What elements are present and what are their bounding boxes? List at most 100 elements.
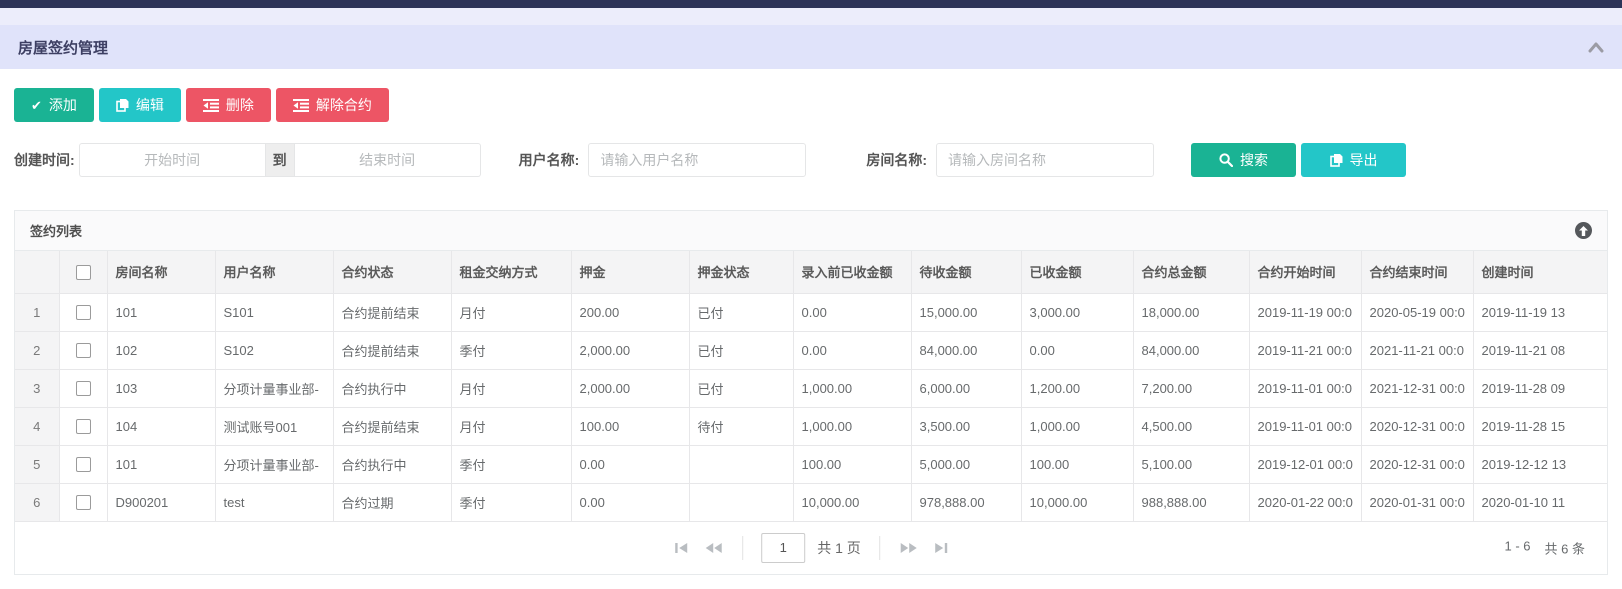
terminate-contract-button[interactable]: 解除合约 <box>276 88 389 122</box>
cell-rent-pay-method: 月付 <box>451 369 571 407</box>
search-button-label: 搜索 <box>1240 153 1268 167</box>
table-row[interactable]: 5101分项计量事业部-合约执行中季付0.00100.005,000.00100… <box>15 445 1607 483</box>
cell-received-amount: 0.00 <box>1021 331 1133 369</box>
total-pages-label: 共 1 页 <box>817 538 861 558</box>
table-row[interactable]: 2102S102合约提前结束季付2,000.00已付0.0084,000.000… <box>15 331 1607 369</box>
header-user-name: 用户名称 <box>215 251 333 293</box>
room-name-label: 房间名称: <box>866 150 927 170</box>
cell-room-name: 102 <box>107 331 215 369</box>
cell-contract-end-time: 2020-01-31 00:0 <box>1361 483 1473 521</box>
create-time-label: 创建时间: <box>14 150 75 170</box>
cell-contract-start-time: 2019-11-19 00:0 <box>1249 293 1361 331</box>
delete-button[interactable]: 删除 <box>186 88 271 122</box>
header-receivable-amount: 待收金额 <box>911 251 1021 293</box>
row-checkbox[interactable] <box>76 381 91 396</box>
cell-user-name: test <box>215 483 333 521</box>
row-number: 1 <box>15 293 59 331</box>
row-checkbox[interactable] <box>76 457 91 472</box>
copy-icon <box>116 98 129 112</box>
table-body: 1101S101合约提前结束月付200.00已付0.0015,000.003,0… <box>15 293 1607 521</box>
header-contract-end-time: 合约结束时间 <box>1361 251 1473 293</box>
cell-deposit-status: 已付 <box>689 369 793 407</box>
last-page-icon[interactable] <box>931 540 950 556</box>
row-checkbox[interactable] <box>76 305 91 320</box>
cell-room-name: 101 <box>107 293 215 331</box>
table-row[interactable]: 3103分项计量事业部-合约执行中月付2,000.00已付1,000.006,0… <box>15 369 1607 407</box>
row-checkbox-cell <box>59 483 107 521</box>
cell-received-amount: 1,200.00 <box>1021 369 1133 407</box>
header-contract-start-time: 合约开始时间 <box>1249 251 1361 293</box>
row-number: 3 <box>15 369 59 407</box>
add-button[interactable]: ✔ 添加 <box>14 88 94 122</box>
cell-receivable-amount: 5,000.00 <box>911 445 1021 483</box>
cell-receivable-amount: 3,500.00 <box>911 407 1021 445</box>
row-number: 5 <box>15 445 59 483</box>
row-number: 6 <box>15 483 59 521</box>
cell-room-name: D900201 <box>107 483 215 521</box>
toolbar: ✔ 添加 编辑 删除 解除合约 <box>14 88 1608 122</box>
next-page-icon[interactable] <box>898 540 919 556</box>
row-checkbox[interactable] <box>76 419 91 434</box>
cell-user-name: S101 <box>215 293 333 331</box>
cell-room-name: 103 <box>107 369 215 407</box>
main-content: ✔ 添加 编辑 删除 解除合约 创建时间: 到 <box>0 88 1622 575</box>
cell-contract-status: 合约过期 <box>333 483 451 521</box>
cell-receivable-amount: 6,000.00 <box>911 369 1021 407</box>
row-checkbox[interactable] <box>76 495 91 510</box>
user-name-label: 用户名称: <box>519 150 580 170</box>
cell-create-time: 2019-11-28 09 <box>1473 369 1607 407</box>
room-name-input[interactable] <box>936 143 1154 177</box>
cell-room-name: 104 <box>107 407 215 445</box>
collapse-circle-icon[interactable] <box>1575 222 1592 239</box>
cell-contract-start-time: 2019-12-01 00:0 <box>1249 445 1361 483</box>
row-checkbox-cell <box>59 369 107 407</box>
cell-deposit-status <box>689 483 793 521</box>
row-checkbox[interactable] <box>76 343 91 358</box>
chevron-up-icon[interactable] <box>1588 42 1604 53</box>
row-checkbox-cell <box>59 293 107 331</box>
page-number-input[interactable] <box>761 533 805 563</box>
page-title: 房屋签约管理 <box>18 37 108 58</box>
start-time-input[interactable] <box>79 143 265 177</box>
cell-received-amount: 10,000.00 <box>1021 483 1133 521</box>
header-row-number <box>15 251 59 293</box>
edit-button[interactable]: 编辑 <box>99 88 181 122</box>
first-page-icon[interactable] <box>672 540 691 556</box>
cell-rent-pay-method: 季付 <box>451 331 571 369</box>
header-rent-pay-method: 租金交纳方式 <box>451 251 571 293</box>
header-create-time: 创建时间 <box>1473 251 1607 293</box>
cell-contract-end-time: 2021-12-31 00:0 <box>1361 369 1473 407</box>
copy-icon <box>1330 153 1343 167</box>
record-total-label: 共 6 条 <box>1545 538 1585 557</box>
cell-receivable-amount: 978,888.00 <box>911 483 1021 521</box>
cell-contract-status: 合约提前结束 <box>333 293 451 331</box>
cell-contract-status: 合约提前结束 <box>333 331 451 369</box>
pager-divider <box>879 536 880 560</box>
cell-contract-end-time: 2021-11-21 00:0 <box>1361 331 1473 369</box>
table-row[interactable]: 1101S101合约提前结束月付200.00已付0.0015,000.003,0… <box>15 293 1607 331</box>
cell-rent-pay-method: 季付 <box>451 483 571 521</box>
outdent-icon <box>293 99 309 112</box>
user-name-input[interactable] <box>588 143 806 177</box>
end-time-input[interactable] <box>295 143 481 177</box>
cell-deposit-status: 已付 <box>689 331 793 369</box>
cell-pre-received-amount: 10,000.00 <box>793 483 911 521</box>
row-checkbox-cell <box>59 445 107 483</box>
cell-create-time: 2019-11-21 08 <box>1473 331 1607 369</box>
cell-receivable-amount: 84,000.00 <box>911 331 1021 369</box>
table-row[interactable]: 6 D900201test合约过期季付0.00 10,000.00978,888.0… <box>15 483 1607 521</box>
table-row[interactable]: 4104测试账号001合约提前结束月付100.00待付1,000.003,500… <box>15 407 1607 445</box>
cell-user-name: 分项计量事业部- <box>215 445 333 483</box>
cell-create-time: 2020-01-10 11 <box>1473 483 1607 521</box>
header-received-amount: 已收金额 <box>1021 251 1133 293</box>
cell-deposit: 0.00 <box>571 483 689 521</box>
prev-page-icon[interactable] <box>703 540 724 556</box>
header-deposit-status: 押金状态 <box>689 251 793 293</box>
export-button[interactable]: 导出 <box>1301 143 1406 177</box>
check-icon: ✔ <box>31 99 42 112</box>
cell-pre-received-amount: 100.00 <box>793 445 911 483</box>
select-all-checkbox[interactable] <box>76 265 91 280</box>
row-checkbox-cell <box>59 407 107 445</box>
search-button[interactable]: 搜索 <box>1191 143 1296 177</box>
cell-create-time: 2019-11-28 15 <box>1473 407 1607 445</box>
